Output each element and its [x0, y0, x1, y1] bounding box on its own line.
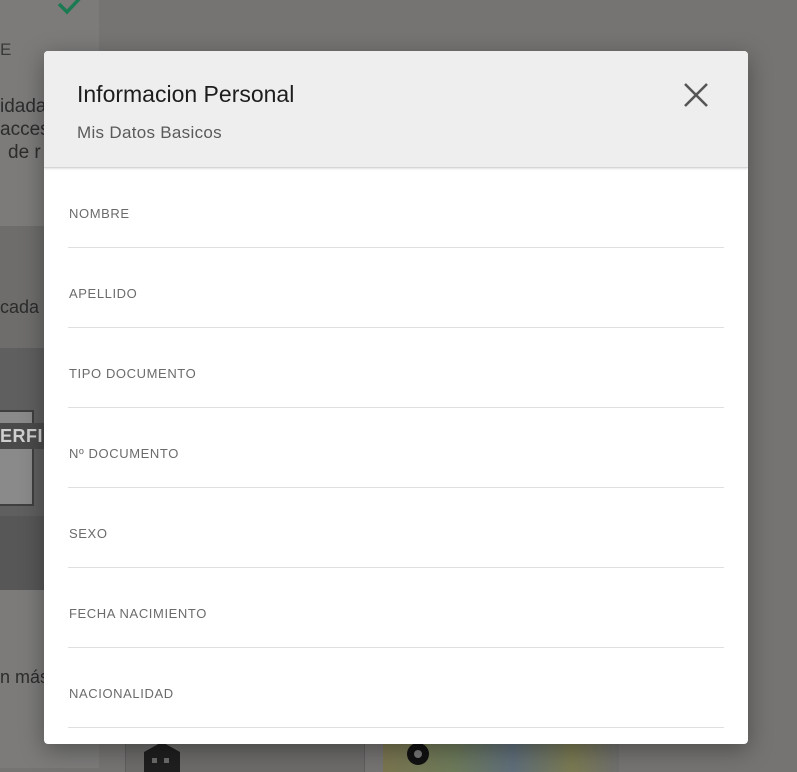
background-text-line: n más	[0, 667, 50, 687]
personal-info-form: NOMBRE APELLIDO TIPO DOCUMENTO Nº DOCUME…	[68, 168, 728, 728]
tipo-documento-input[interactable]	[68, 358, 728, 404]
background-stripe: ERFI	[0, 423, 44, 449]
background-text-line: cada	[0, 297, 40, 317]
field-numero-documento: Nº DOCUMENTO	[68, 408, 728, 488]
field-fecha-nacimiento: FECHA NACIMIENTO	[68, 568, 728, 648]
dialog-header: Informacion Personal Mis Datos Basicos	[44, 51, 748, 168]
apellido-input[interactable]	[68, 278, 728, 324]
field-nacionalidad: NACIONALIDAD	[68, 648, 728, 728]
close-icon	[684, 83, 708, 107]
check-icon	[57, 0, 81, 15]
background-text-line: de r	[8, 142, 41, 163]
field-nombre: NOMBRE	[68, 168, 728, 248]
background-image	[0, 516, 44, 590]
nacionalidad-input[interactable]	[68, 678, 728, 724]
background-text-line: acces	[0, 119, 50, 140]
field-apellido: APELLIDO	[68, 248, 728, 328]
numero-documento-input[interactable]	[68, 438, 728, 484]
sexo-input[interactable]	[68, 518, 728, 564]
background-text-line: idada	[0, 96, 47, 117]
field-tipo-documento: TIPO DOCUMENTO	[68, 328, 728, 408]
close-button[interactable]	[680, 79, 712, 111]
dialog-title: Informacion Personal	[77, 81, 295, 107]
personal-info-dialog: Informacion Personal Mis Datos Basicos N…	[44, 51, 748, 744]
nombre-input[interactable]	[68, 198, 728, 244]
background-letter: E	[0, 40, 12, 59]
dialog-subtitle: Mis Datos Basicos	[77, 123, 222, 142]
field-sexo: SEXO	[68, 488, 728, 568]
fecha-nacimiento-input[interactable]	[68, 598, 728, 644]
